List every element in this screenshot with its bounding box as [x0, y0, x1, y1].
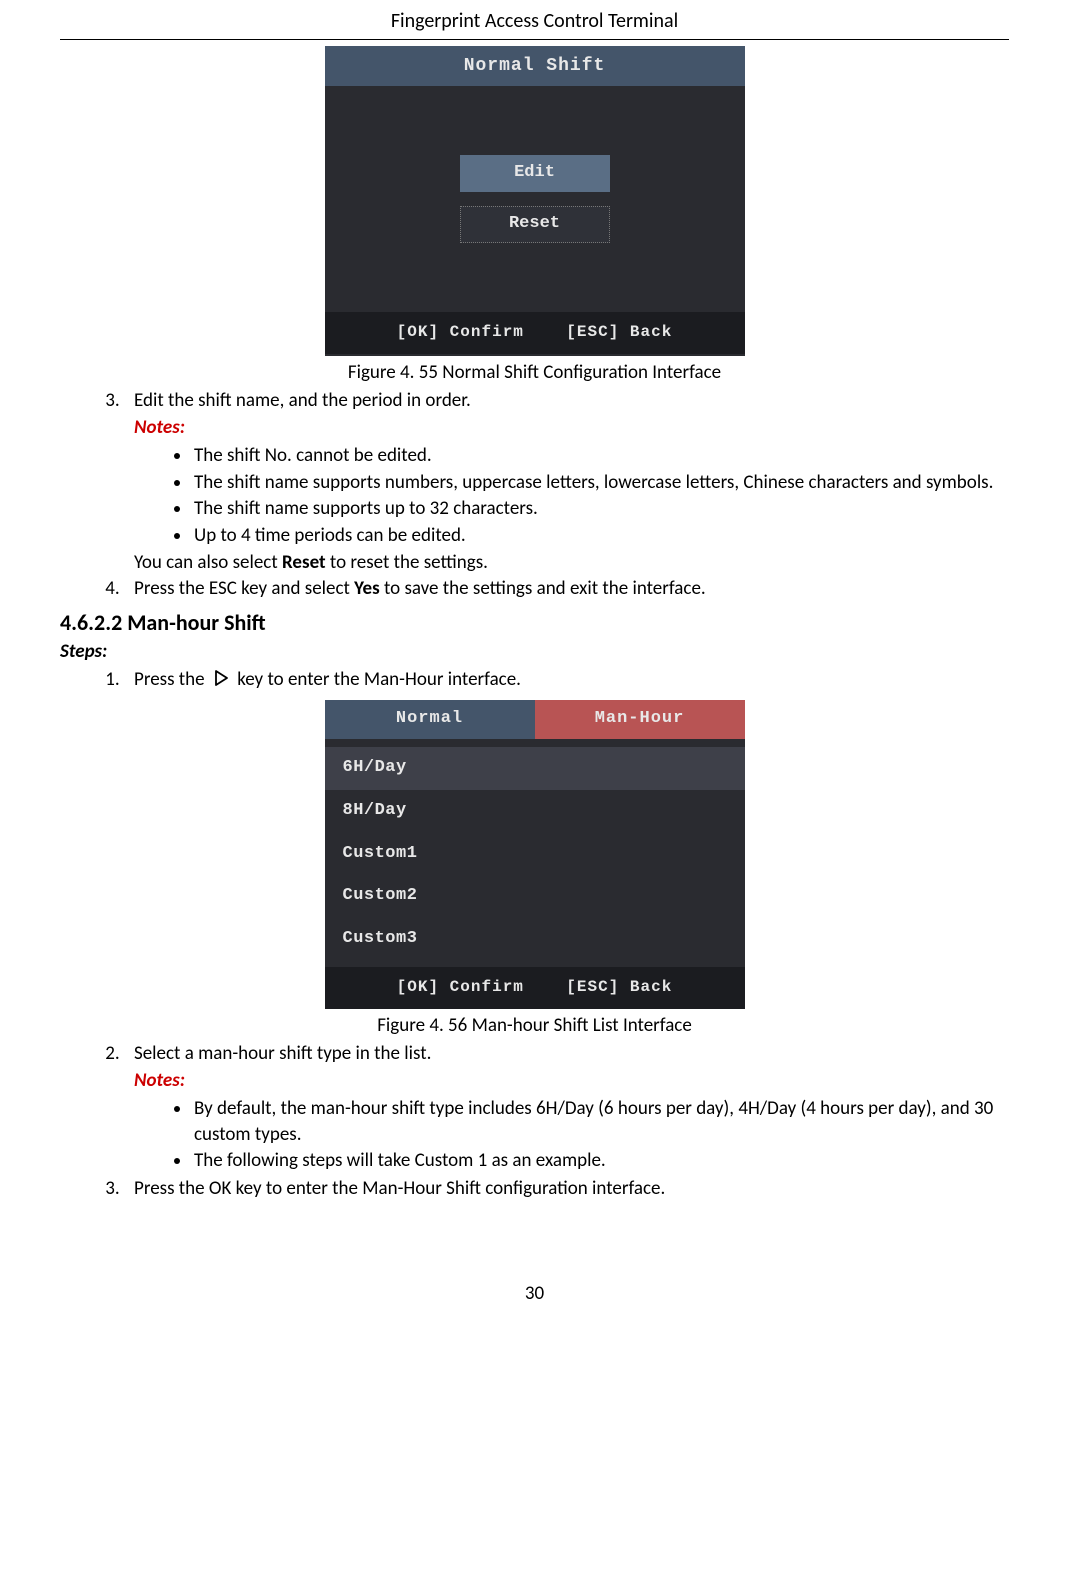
- note-item: The shift name supports up to 32 charact…: [192, 496, 1009, 522]
- screen-body: Edit Reset: [325, 86, 745, 312]
- footer-ok: [OK] Confirm: [397, 323, 524, 341]
- mh-step-2-text: Select a man-hour shift type in the list…: [134, 1041, 1009, 1067]
- bold-reset: Reset: [282, 551, 326, 574]
- text: to save the settings and exit the interf…: [380, 577, 706, 600]
- note-item: Up to 4 time periods can be edited.: [192, 523, 1009, 549]
- footer-ok: [OK] Confirm: [397, 978, 524, 996]
- bold-yes: Yes: [354, 577, 380, 600]
- step-3: Edit the shift name, and the period in o…: [124, 388, 1009, 576]
- manhour-list: 6H/Day 8H/Day Custom1 Custom2 Custom3: [325, 739, 745, 968]
- section-heading: 4.6.2.2 Man-hour Shift: [60, 608, 1009, 638]
- screen-footer: [OK] Confirm [ESC] Back: [325, 312, 745, 354]
- notes-label-2: Notes:: [134, 1068, 1009, 1094]
- mh-step-1: Press the key to enter the Man-Hour inte…: [124, 667, 1009, 696]
- list-item[interactable]: Custom2: [325, 875, 745, 918]
- list-item[interactable]: Custom3: [325, 918, 745, 961]
- manhour-steps-cont: Select a man-hour shift type in the list…: [60, 1041, 1009, 1202]
- list-item[interactable]: 6H/Day: [325, 747, 745, 790]
- text: Press the ESC key and select: [134, 577, 354, 600]
- steps-list-continued: Edit the shift name, and the period in o…: [60, 388, 1009, 602]
- footer-esc: [ESC] Back: [566, 978, 672, 996]
- text: Press the: [134, 668, 205, 691]
- mh-step-3: Press the OK key to enter the Man-Hour S…: [124, 1176, 1009, 1202]
- notes-list-1: The shift No. cannot be edited. The shif…: [134, 443, 1009, 549]
- steps-label: Steps:: [60, 639, 1009, 665]
- tab-manhour[interactable]: Man-Hour: [535, 700, 745, 739]
- note-item: The shift name supports numbers, upperca…: [192, 470, 1009, 496]
- list-item[interactable]: 8H/Day: [325, 790, 745, 833]
- text: to reset the settings.: [326, 551, 488, 574]
- right-arrow-icon: [211, 668, 231, 696]
- notes-label-1: Notes:: [134, 415, 1009, 441]
- note-item: The shift No. cannot be edited.: [192, 443, 1009, 469]
- step-3-reset-line: You can also select Reset to reset the s…: [134, 550, 1009, 576]
- page-header: Fingerprint Access Control Terminal: [60, 0, 1009, 40]
- note-item: The following steps will take Custom 1 a…: [192, 1148, 1009, 1174]
- text: You can also select: [134, 551, 282, 574]
- figure-manhour-screen: Normal Man-Hour 6H/Day 8H/Day Custom1 Cu…: [325, 700, 745, 1009]
- mh-step-2: Select a man-hour shift type in the list…: [124, 1041, 1009, 1174]
- step-4: Press the ESC key and select Yes to save…: [124, 576, 1009, 602]
- note-item: By default, the man-hour shift type incl…: [192, 1096, 1009, 1147]
- edit-button[interactable]: Edit: [460, 155, 610, 192]
- screen-tabs: Normal Man-Hour: [325, 700, 745, 739]
- reset-button[interactable]: Reset: [460, 206, 610, 243]
- figure-caption-1: Figure 4. 55 Normal Shift Configuration …: [60, 360, 1009, 386]
- screen-footer: [OK] Confirm [ESC] Back: [325, 967, 745, 1009]
- screen-title: Normal Shift: [325, 46, 745, 86]
- step-3-text: Edit the shift name, and the period in o…: [134, 388, 1009, 414]
- notes-list-2: By default, the man-hour shift type incl…: [134, 1096, 1009, 1174]
- manhour-steps: Press the key to enter the Man-Hour inte…: [60, 667, 1009, 696]
- figure-normal-shift-screen: Normal Shift Edit Reset [OK] Confirm [ES…: [325, 46, 745, 356]
- mh-step-3-text: Press the OK key to enter the Man-Hour S…: [134, 1177, 665, 1200]
- footer-esc: [ESC] Back: [566, 323, 672, 341]
- text: key to enter the Man-Hour interface.: [237, 668, 521, 691]
- page-number: 30: [60, 1281, 1009, 1307]
- tab-normal[interactable]: Normal: [325, 700, 535, 739]
- figure-caption-2: Figure 4. 56 Man-hour Shift List Interfa…: [60, 1013, 1009, 1039]
- list-item[interactable]: Custom1: [325, 833, 745, 876]
